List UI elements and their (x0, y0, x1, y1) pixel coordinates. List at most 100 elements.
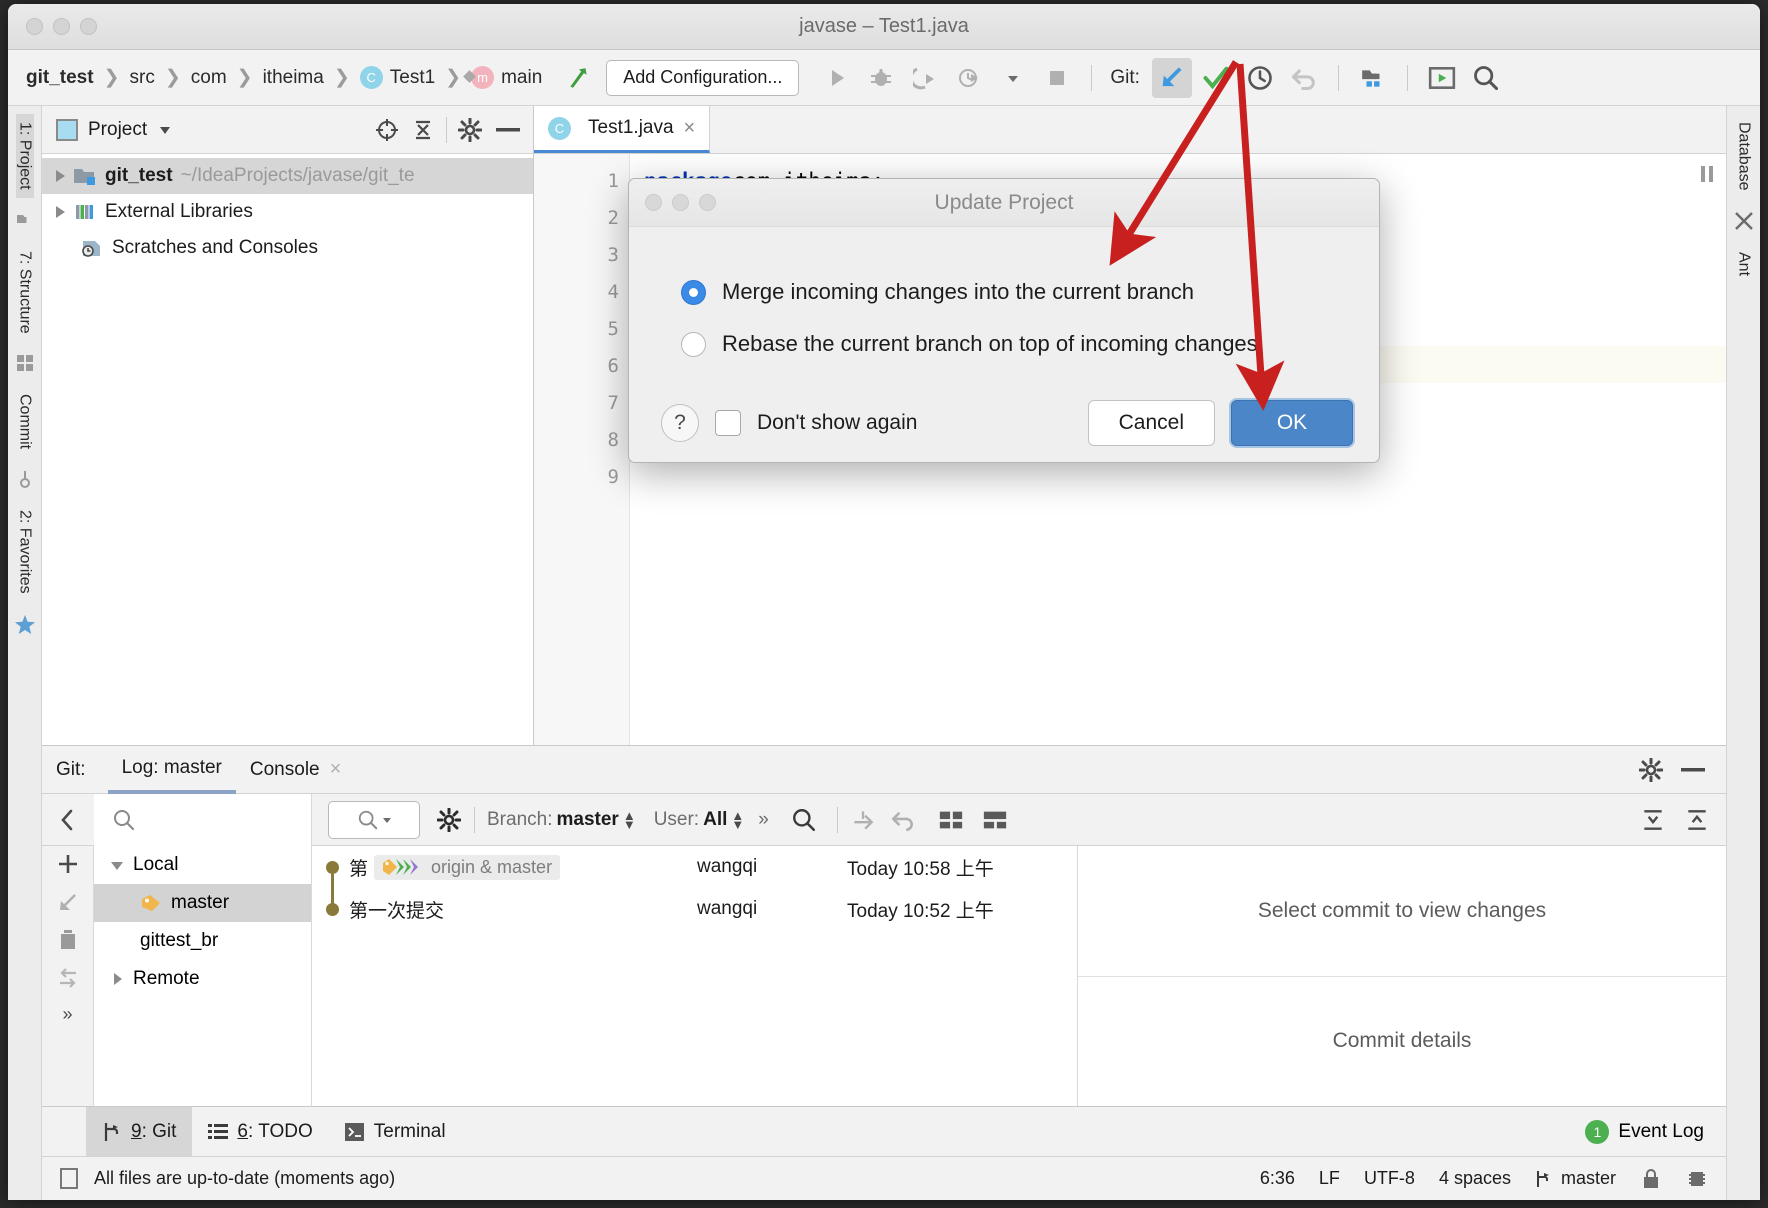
breadcrumb-method-main[interactable]: m main (471, 66, 542, 89)
more-filters-button[interactable]: » (758, 809, 769, 831)
search-everywhere-button[interactable] (1466, 58, 1506, 98)
presentation-mode-button[interactable] (1422, 58, 1462, 98)
editor-tab-test1[interactable]: C Test1.java × (534, 106, 711, 153)
breadcrumb-project[interactable]: git_test (26, 67, 94, 89)
profile-button[interactable] (949, 58, 989, 98)
commit-button[interactable] (1196, 58, 1236, 98)
radio-option-rebase[interactable]: Rebase the current branch on top of inco… (681, 331, 1379, 357)
add-configuration-button[interactable]: Add Configuration... (606, 59, 800, 96)
branch-group-remote[interactable]: Remote (94, 960, 311, 998)
log-search-input[interactable] (328, 800, 420, 839)
select-opened-file-button[interactable] (374, 117, 400, 143)
hide-panel-button[interactable] (495, 117, 521, 143)
make-project-icon[interactable] (566, 65, 592, 91)
lock-icon[interactable] (1640, 1168, 1662, 1190)
expand-arrow-icon[interactable] (56, 170, 65, 182)
update-project-button[interactable] (1151, 57, 1192, 98)
structure-panel-icon (15, 210, 35, 235)
chevron-down-icon[interactable] (157, 122, 173, 138)
dropdown-button[interactable] (993, 58, 1033, 98)
branch-item-gittest[interactable]: gittest_br (94, 922, 311, 960)
branch-group-local[interactable]: Local (94, 846, 311, 884)
close-tab-icon[interactable]: × (684, 117, 696, 140)
log-settings-button[interactable] (436, 807, 462, 833)
help-button[interactable]: ? (661, 404, 699, 442)
caret-position[interactable]: 6:36 (1260, 1168, 1295, 1189)
breadcrumb-itheima[interactable]: itheima (263, 67, 324, 89)
close-window-button[interactable] (26, 18, 43, 35)
breadcrumb-label: src (129, 66, 155, 88)
editor-pin-icon[interactable] (1698, 164, 1716, 191)
sidebar-item-database[interactable]: Database (1735, 114, 1753, 199)
radio-button-rebase[interactable] (681, 331, 706, 357)
tree-item-scratches[interactable]: Scratches and Consoles (42, 230, 533, 266)
sidebar-item-favorites[interactable]: 2: Favorites (16, 502, 34, 602)
breadcrumb-class-test1[interactable]: C Test1 (359, 66, 435, 89)
window-controls[interactable] (8, 18, 97, 35)
table-row[interactable]: 第一次提交 wangqi Today 10:52 上午 (312, 888, 1077, 930)
tab-log-master[interactable]: Log: master (107, 746, 236, 794)
line-separator[interactable]: LF (1319, 1168, 1340, 1189)
tree-item-git-test[interactable]: git_test ~/IdeaProjects/javase/git_te (42, 158, 533, 194)
table-row[interactable]: 第 origin & master wangqi Today 10:58 上午 (312, 846, 1077, 904)
expand-arrow-icon[interactable] (110, 858, 124, 872)
collapse-all-button[interactable] (410, 117, 436, 143)
log-search-button[interactable] (791, 807, 817, 833)
branch-item-master[interactable]: master (94, 884, 311, 922)
sidebar-item-project[interactable]: 1: Project (15, 114, 34, 198)
git-settings-button[interactable] (1638, 757, 1664, 783)
more-actions-button[interactable]: » (62, 1004, 72, 1025)
revert-button[interactable] (890, 807, 916, 833)
close-tab-icon[interactable]: × (330, 758, 342, 781)
breadcrumb-src[interactable]: src (130, 67, 155, 89)
indent-setting[interactable]: 4 spaces (1439, 1168, 1511, 1189)
hide-git-panel-button[interactable] (1680, 757, 1706, 783)
expand-details-button[interactable] (1640, 807, 1666, 833)
show-details-button[interactable] (938, 807, 964, 833)
tool-tab-todo[interactable]: 6: TODO (192, 1107, 328, 1157)
minimize-window-button[interactable] (53, 18, 70, 35)
sidebar-item-ant[interactable]: Ant (1735, 244, 1753, 284)
history-button[interactable] (1240, 58, 1280, 98)
cancel-button[interactable]: Cancel (1087, 400, 1215, 446)
debug-button[interactable] (861, 58, 901, 98)
tool-tab-terminal[interactable]: Terminal (329, 1107, 462, 1157)
run-button[interactable] (817, 58, 857, 98)
project-structure-button[interactable] (1353, 58, 1393, 98)
collapse-details-button[interactable] (1684, 807, 1710, 833)
file-encoding[interactable]: UTF-8 (1364, 1168, 1415, 1189)
dont-show-again-checkbox[interactable] (715, 410, 741, 436)
expand-arrow-icon[interactable] (110, 972, 124, 986)
git-branch-widget[interactable]: master (1535, 1168, 1616, 1189)
tool-tab-git[interactable]: 9: Git (86, 1106, 193, 1157)
rollback-button[interactable] (1284, 58, 1324, 98)
event-log-button[interactable]: 1 Event Log (1585, 1119, 1704, 1144)
maximize-window-button[interactable] (80, 18, 97, 35)
branch-filter-dropdown[interactable]: Branch: master ▲ ▼ (487, 809, 636, 831)
compare-icon[interactable] (56, 966, 80, 990)
tree-item-external-libraries[interactable]: External Libraries (42, 194, 533, 230)
user-filter-value: All (703, 808, 728, 830)
radio-option-merge[interactable]: Merge incoming changes into the current … (681, 279, 1379, 305)
branch-filter-input[interactable] (94, 793, 312, 846)
gear-icon (1639, 757, 1663, 782)
collapse-branches-button[interactable] (42, 808, 94, 832)
user-filter-dropdown[interactable]: User: All ▲ ▼ (654, 809, 745, 831)
toggle-layout-button[interactable] (982, 807, 1008, 833)
add-icon[interactable] (56, 852, 80, 876)
stop-button[interactable] (1037, 58, 1077, 98)
delete-icon[interactable] (57, 928, 79, 952)
run-with-coverage-button[interactable] (905, 58, 945, 98)
sidebar-item-structure[interactable]: 7: Structure (16, 243, 34, 342)
cherry-pick-button[interactable] (850, 807, 876, 833)
tab-console[interactable]: Console × (236, 746, 355, 794)
checkout-icon[interactable] (56, 890, 80, 914)
ok-button[interactable]: OK (1231, 400, 1353, 446)
breadcrumb-com[interactable]: com (191, 67, 227, 89)
radio-button-merge[interactable] (681, 279, 706, 305)
project-settings-button[interactable] (457, 117, 483, 143)
memory-indicator-icon[interactable] (1686, 1168, 1708, 1190)
line-number: 8 (607, 428, 619, 451)
sidebar-item-commit[interactable]: Commit (16, 386, 34, 457)
expand-arrow-icon[interactable] (56, 206, 65, 218)
